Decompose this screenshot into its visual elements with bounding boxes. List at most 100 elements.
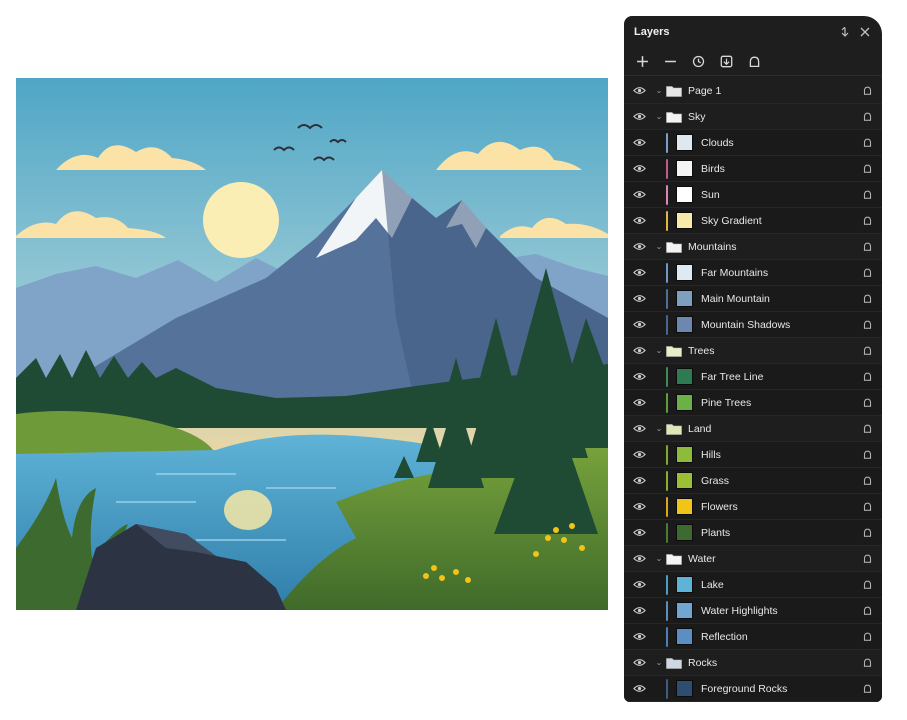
layer-row[interactable]: Water Highlights [624, 598, 882, 624]
lock-icon[interactable] [860, 266, 874, 280]
visibility-eye-icon[interactable] [624, 572, 654, 598]
lock-all-icon[interactable] [746, 54, 762, 70]
visibility-eye-icon[interactable] [624, 546, 654, 572]
visibility-eye-icon[interactable] [624, 494, 654, 520]
layer-row[interactable]: Reflection [624, 624, 882, 650]
lock-icon[interactable] [860, 318, 874, 332]
layer-row[interactable]: Lake [624, 572, 882, 598]
visibility-eye-icon[interactable] [624, 624, 654, 650]
layer-group-row[interactable]: ⌄ Land [624, 416, 882, 442]
lock-icon[interactable] [860, 578, 874, 592]
layer-row[interactable]: Hills [624, 442, 882, 468]
visibility-eye-icon[interactable] [624, 156, 654, 182]
layer-row[interactable]: Far Mountains [624, 260, 882, 286]
layer-group-row[interactable]: ⌄ Trees [624, 338, 882, 364]
layer-group-row[interactable]: ⌄ Page 1 [624, 78, 882, 104]
lock-icon[interactable] [860, 526, 874, 540]
lock-icon[interactable] [860, 344, 874, 358]
chevron-down-icon[interactable]: ⌄ [654, 112, 664, 121]
layer-row[interactable]: Pine Trees [624, 390, 882, 416]
visibility-eye-icon[interactable] [624, 78, 654, 104]
layer-group-name: Water [688, 552, 716, 565]
lock-icon[interactable] [860, 110, 874, 124]
lock-icon[interactable] [860, 292, 874, 306]
visibility-eye-icon[interactable] [624, 286, 654, 312]
lock-icon[interactable] [860, 136, 874, 150]
layer-color-tag [666, 600, 668, 621]
lock-icon[interactable] [860, 630, 874, 644]
visibility-eye-icon[interactable] [624, 598, 654, 624]
visibility-eye-icon[interactable] [624, 468, 654, 494]
lock-icon[interactable] [860, 214, 874, 228]
visibility-eye-icon[interactable] [624, 338, 654, 364]
folder-icon [666, 241, 682, 253]
add-layer-icon[interactable] [634, 54, 650, 70]
visibility-eye-icon[interactable] [624, 208, 654, 234]
layer-color-tag [666, 392, 668, 413]
layer-color-tag [666, 522, 668, 543]
lock-icon[interactable] [860, 552, 874, 566]
chevron-down-icon[interactable]: ⌄ [654, 658, 664, 667]
visibility-eye-icon[interactable] [624, 104, 654, 130]
visibility-eye-icon[interactable] [624, 260, 654, 286]
layer-group-row[interactable]: ⌄ Water [624, 546, 882, 572]
artwork-canvas[interactable] [16, 78, 608, 610]
lock-icon[interactable] [860, 162, 874, 176]
chevron-down-icon[interactable]: ⌄ [654, 86, 664, 95]
layer-row[interactable]: Grass [624, 468, 882, 494]
visibility-eye-icon[interactable] [624, 182, 654, 208]
layer-row[interactable]: Sun [624, 182, 882, 208]
layer-name: Far Tree Line [701, 370, 764, 383]
lock-icon[interactable] [860, 500, 874, 514]
visibility-eye-icon[interactable] [624, 650, 654, 676]
layer-row[interactable]: Flowers [624, 494, 882, 520]
lock-icon[interactable] [860, 396, 874, 410]
lock-icon[interactable] [860, 656, 874, 670]
chevron-down-icon[interactable]: ⌄ [654, 346, 664, 355]
layer-group-row[interactable]: ⌄ Rocks [624, 650, 882, 676]
close-icon[interactable] [858, 25, 872, 39]
layer-row[interactable]: Clouds [624, 130, 882, 156]
layer-row[interactable]: Mountain Shadows [624, 312, 882, 338]
visibility-eye-icon[interactable] [624, 442, 654, 468]
lock-icon[interactable] [860, 188, 874, 202]
visibility-eye-icon[interactable] [624, 676, 654, 702]
remove-layer-icon[interactable] [662, 54, 678, 70]
folder-icon [666, 423, 682, 435]
layer-name: Pine Trees [701, 396, 752, 409]
layer-name: Water Highlights [701, 604, 778, 617]
visibility-eye-icon[interactable] [624, 416, 654, 442]
lock-icon[interactable] [860, 422, 874, 436]
layer-group-row[interactable]: ⌄ Sky [624, 104, 882, 130]
layer-row[interactable]: Birds [624, 156, 882, 182]
layer-row[interactable]: Far Tree Line [624, 364, 882, 390]
layer-row[interactable]: Plants [624, 520, 882, 546]
visibility-eye-icon[interactable] [624, 390, 654, 416]
visibility-eye-icon[interactable] [624, 130, 654, 156]
visibility-eye-icon[interactable] [624, 234, 654, 260]
chevron-down-icon[interactable]: ⌄ [654, 554, 664, 563]
layer-group-row[interactable]: ⌄ Mountains [624, 234, 882, 260]
lock-icon[interactable] [860, 84, 874, 98]
lock-icon[interactable] [860, 474, 874, 488]
visibility-eye-icon[interactable] [624, 312, 654, 338]
sun [203, 182, 279, 258]
layer-row[interactable]: Sky Gradient [624, 208, 882, 234]
layer-row[interactable]: Foreground Rocks [624, 676, 882, 702]
import-icon[interactable] [718, 54, 734, 70]
visibility-eye-icon[interactable] [624, 364, 654, 390]
visibility-eye-icon[interactable] [624, 520, 654, 546]
lock-icon[interactable] [860, 604, 874, 618]
layer-thumbnail [676, 602, 693, 619]
lock-icon[interactable] [860, 240, 874, 254]
chevron-down-icon[interactable]: ⌄ [654, 242, 664, 251]
collapse-icon[interactable] [838, 25, 852, 39]
lock-icon[interactable] [860, 370, 874, 384]
panel-toolbar [624, 48, 882, 76]
layer-row[interactable]: Main Mountain [624, 286, 882, 312]
lock-icon[interactable] [860, 682, 874, 696]
history-icon[interactable] [690, 54, 706, 70]
lock-icon[interactable] [860, 448, 874, 462]
chevron-down-icon[interactable]: ⌄ [654, 424, 664, 433]
layer-thumbnail [676, 472, 693, 489]
